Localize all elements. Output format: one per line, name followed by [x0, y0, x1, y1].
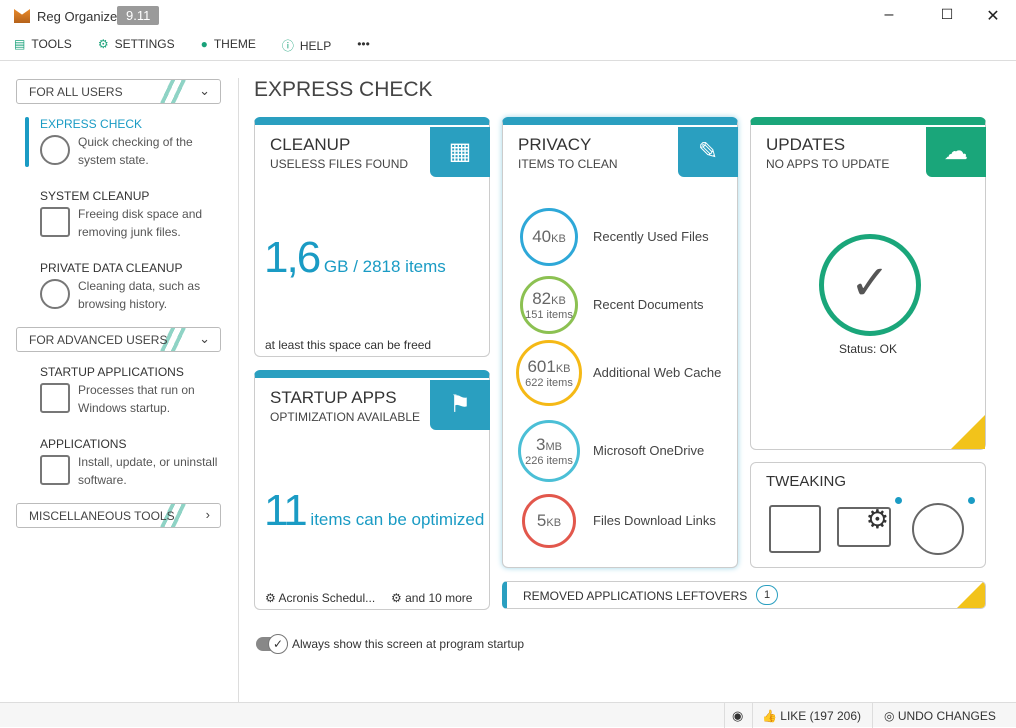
gear-icon: ⚙	[97, 37, 109, 51]
startup-toggle[interactable]: ✓	[256, 634, 288, 654]
cleanup-card[interactable]: CLEANUP USELESS FILES FOUND ▦ 1,6 GB / 2…	[254, 117, 490, 357]
menu-theme[interactable]: ● THEME	[201, 37, 256, 54]
lock-icon	[957, 582, 985, 608]
startup-flag-icon: ⚑	[430, 380, 490, 430]
version-badge: 9.11	[117, 6, 160, 25]
close-button[interactable]: ✕	[978, 6, 1008, 26]
menu-help[interactable]: ⓘ HELP	[282, 37, 331, 54]
settings-panel-icon	[769, 505, 821, 553]
divider	[0, 60, 1016, 61]
magnifier-check-icon	[40, 135, 70, 165]
maximize-button[interactable]: ☐	[932, 6, 962, 23]
monitor-gear-icon: ⚙	[837, 506, 891, 547]
sidebar-item-private-data[interactable]: PRIVATE DATA CLEANUP Cleaning data, such …	[40, 261, 230, 313]
update-status: Status: OK	[838, 342, 898, 356]
chevron-down-icon: ⌄	[199, 83, 210, 98]
lock-icon	[951, 415, 985, 449]
like-button[interactable]: 👍 LIKE (197 206)	[762, 709, 861, 723]
sidebar-item-startup[interactable]: STARTUP APPLICATIONS Processes that run o…	[40, 365, 230, 417]
chevron-right-icon: ›	[205, 507, 210, 522]
count-badge: 1	[756, 585, 778, 605]
section-misc-tools[interactable]: MISCELLANEOUS TOOLS ›	[16, 503, 221, 528]
undo-changes-button[interactable]: ◎ UNDO CHANGES	[884, 709, 996, 723]
headset-icon[interactable]: ◉	[732, 708, 743, 724]
gear-icon: ⚙	[391, 591, 406, 605]
section-for-all-users[interactable]: FOR ALL USERS ⌄	[16, 79, 221, 104]
privacy-ring[interactable]: 601KB 622 items	[516, 340, 582, 406]
privacy-item-label[interactable]: Microsoft OneDrive	[593, 443, 704, 458]
status-bar: ◉ 👍 LIKE (197 206) ◎ UNDO CHANGES	[0, 702, 1016, 728]
leftovers-bar[interactable]: REMOVED APPLICATIONS LEFTOVERS 1	[502, 581, 986, 609]
startup-more[interactable]: ⚙ and 10 more	[391, 591, 472, 605]
privacy-broom-icon	[40, 279, 70, 309]
cloud-download-icon: ☁	[926, 127, 986, 177]
privacy-ring[interactable]: 3MB 226 items	[518, 420, 580, 482]
sidebar-item-applications[interactable]: APPLICATIONS Install, update, or uninstal…	[40, 437, 230, 489]
privacy-item-label[interactable]: Recent Documents	[593, 297, 704, 312]
thumbs-up-icon: 👍	[762, 709, 781, 723]
cleanup-icon: ▦	[430, 127, 490, 177]
chevron-down-icon: ⌄	[199, 331, 210, 346]
privacy-ring[interactable]: 40KB	[520, 208, 578, 266]
sidebar-item-system-cleanup[interactable]: SYSTEM CLEANUP Freeing disk space and rem…	[40, 189, 230, 241]
broom-icon: ✎	[678, 127, 738, 177]
privacy-card[interactable]: PRIVACY ITEMS TO CLEAN ✎ 40KB Recently Us…	[502, 117, 738, 568]
privacy-ring[interactable]: 5KB	[522, 494, 576, 548]
cleanup-icon	[40, 207, 70, 237]
more-icon: •••	[357, 37, 370, 51]
toolbox-icon: ▤	[14, 37, 26, 51]
apps-grid-icon	[912, 503, 964, 555]
active-indicator	[25, 117, 29, 167]
menu-more[interactable]: •••	[357, 37, 370, 54]
privacy-ring[interactable]: 82KB 151 items	[520, 276, 578, 334]
minimize-button[interactable]: –	[874, 6, 904, 24]
app-title: Reg Organizer	[37, 9, 122, 24]
menu-bar: ▤ TOOLS ⚙ SETTINGS ● THEME ⓘ HELP •••	[14, 37, 370, 54]
title-bar: Reg Organizer 9.11 – ☐ ✕	[0, 0, 1016, 32]
sidebar-item-express-check[interactable]: EXPRESS CHECK Quick checking of the syste…	[40, 117, 230, 169]
checkmark-icon: ✓	[819, 234, 921, 336]
updates-card[interactable]: UPDATES NO APPS TO UPDATE ☁ ✓ Status: OK	[750, 117, 986, 450]
privacy-item-label[interactable]: Recently Used Files	[593, 229, 709, 244]
page-title: EXPRESS CHECK	[254, 78, 433, 101]
section-for-advanced-users[interactable]: FOR ADVANCED USERS ⌄	[16, 327, 221, 352]
menu-settings[interactable]: ⚙ SETTINGS	[98, 37, 175, 54]
check-icon: ✓	[268, 634, 288, 654]
notification-dot	[895, 497, 902, 504]
startup-apps-card[interactable]: STARTUP APPS OPTIMIZATION AVAILABLE ⚑ 11…	[254, 370, 490, 610]
startup-flag-icon	[40, 383, 70, 413]
privacy-item-label[interactable]: Files Download Links	[593, 513, 716, 528]
undo-icon: ◎	[884, 709, 898, 723]
menu-tools[interactable]: ▤ TOOLS	[14, 37, 72, 54]
divider	[238, 78, 239, 702]
box-icon	[40, 455, 70, 485]
notification-dot	[968, 497, 975, 504]
privacy-item-label[interactable]: Additional Web Cache	[593, 365, 721, 380]
app-logo-icon	[14, 9, 30, 23]
lightbulb-icon: ●	[200, 37, 208, 51]
tweaking-card[interactable]: TWEAKING ⚙	[750, 462, 986, 568]
gear-icon: ⚙	[265, 591, 279, 605]
help-icon: ⓘ	[281, 39, 294, 53]
startup-item[interactable]: ⚙ Acronis Schedul...	[265, 591, 375, 605]
